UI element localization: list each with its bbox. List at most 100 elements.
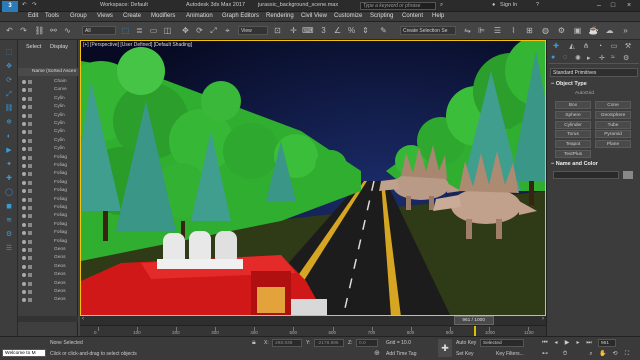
visibility-eye-icon[interactable] [22,88,26,93]
help-icon[interactable]: ? [536,2,539,8]
goto-start-icon[interactable]: ⏮ [540,339,550,348]
menu-views[interactable]: Views [97,13,113,19]
menu-rendering[interactable]: Rendering [266,13,294,19]
select-manipulate-icon[interactable]: ✛ [288,25,299,36]
explorer-row[interactable]: Foliag [18,196,78,204]
layer-explorer-icon[interactable]: ☰ [3,244,15,254]
explorer-row[interactable]: Geos [18,246,78,254]
explorer-column-header[interactable]: Name (Sorted Ascen [18,68,78,76]
next-key-icon[interactable]: ▸ [573,339,583,348]
time-config-icon[interactable]: ⏱ [560,350,570,359]
primitive-button-cone[interactable]: Cone [595,101,631,109]
explorer-row[interactable]: Cylin [18,120,78,128]
explorer-row[interactable]: Foliag [18,154,78,162]
explorer-row[interactable]: Geos [18,254,78,262]
explorer-row[interactable]: Foliag [18,212,78,220]
curve-editor-icon[interactable]: ⌇ [508,25,519,36]
visibility-eye-icon[interactable] [22,231,26,236]
primitive-button-geosphere[interactable]: GeoSphere [595,110,631,119]
maximize-icon[interactable]: □ [608,1,618,10]
visibility-eye-icon[interactable] [22,206,26,210]
explorer-row[interactable]: Foliag [18,162,78,170]
expand-toolbar-icon[interactable]: » [620,25,631,36]
spacewarps-icon[interactable]: ≈ [611,54,615,61]
primitive-button-box[interactable]: Box [555,101,591,109]
key-mode-dropdown[interactable]: Selected [480,339,524,347]
search-icon[interactable]: ⌕ [440,2,443,9]
move-icon[interactable]: ✥ [180,25,191,36]
visibility-eye-icon[interactable] [22,264,26,269]
create-tab-icon[interactable]: ✚ [551,42,561,52]
menu-content[interactable]: Content [402,13,423,19]
explorer-row[interactable]: Geos [18,296,78,304]
explorer-row[interactable]: Foliag [18,170,78,178]
visibility-eye-icon[interactable] [22,273,26,278]
visibility-eye-icon[interactable] [22,197,26,202]
visibility-eye-icon[interactable] [22,147,26,152]
next-frame-icon[interactable]: › [542,316,544,322]
name-color-rollout[interactable]: − Name and Color [551,161,598,167]
redo-icon[interactable]: ↷ [18,25,29,36]
percent-snap-icon[interactable]: % [346,25,357,36]
time-tag-icon[interactable]: ⊕ [374,349,380,357]
lights-icon[interactable]: ✺ [575,54,581,62]
orbit-icon[interactable]: ⟲ [610,350,620,359]
freeze-icon[interactable]: ❄ [3,118,15,128]
primitive-button-teapot[interactable]: Teapot [555,140,591,149]
explorer-row[interactable]: Curve [18,86,78,94]
visibility-eye-icon[interactable] [22,248,26,252]
selection-set-dropdown[interactable]: Create Selection Se [400,26,456,35]
primitive-button-tube[interactable]: Tube [595,120,631,129]
utilities-tab-icon[interactable]: ⚒ [623,42,633,52]
explorer-row[interactable]: Cylin [18,103,78,111]
menu-animation[interactable]: Animation [186,13,213,19]
schematic-view-icon[interactable]: ⊞ [524,25,535,36]
move-icon[interactable]: ✥ [3,62,15,72]
named-selection-icon[interactable]: ✎ [378,25,389,36]
explorer-row[interactable]: Foliag [18,238,78,246]
menu-civil-view[interactable]: Civil View [301,13,327,19]
perspective-viewport[interactable]: [+] [Perspective] [User Defined] [Defaul… [80,40,546,316]
shape-icon[interactable]: ◯ [3,188,15,198]
menu-scripting[interactable]: Scripting [370,13,393,19]
menu-graph-editors[interactable]: Graph Editors [222,13,259,19]
geometry-icon[interactable]: ● [551,54,555,61]
set-key-button[interactable]: Set Key [456,351,474,357]
zoom-icon[interactable]: ⌕ [586,350,596,359]
prev-frame-icon[interactable]: ‹ [82,316,84,322]
visibility-eye-icon[interactable] [22,189,26,194]
object-name-field[interactable] [553,171,619,179]
visibility-eye-icon[interactable] [22,80,26,84]
autogrid-checkbox[interactable]: AutoGrid [575,91,594,96]
goto-end-icon[interactable]: ⏭ [584,339,594,348]
visibility-eye-icon[interactable] [22,180,26,185]
close-icon[interactable]: × [624,1,634,10]
cameras-icon[interactable]: ▸ [587,54,591,62]
reference-coord-dropdown[interactable]: View [238,26,268,35]
explorer-tab-display[interactable]: Display [50,44,68,50]
render-iterative-icon[interactable]: ☁ [604,25,615,36]
layer-icon[interactable]: ☰ [492,25,503,36]
spacewarp-icon[interactable]: ≋ [3,216,15,226]
explorer-row[interactable]: Geos [18,271,78,279]
maximize-viewport-icon[interactable]: ⛶ [622,350,632,359]
menu-tools[interactable]: Tools [45,13,59,19]
geometry-icon[interactable]: ◼ [3,202,15,212]
align-icon[interactable]: ⊫ [476,25,487,36]
maxscript-toggle[interactable] [2,309,16,323]
explorer-row[interactable]: Foliag [18,221,78,229]
visibility-eye-icon[interactable] [22,155,26,160]
undo-icon[interactable]: ↶ [22,2,27,8]
explorer-row[interactable]: Cylin [18,137,78,145]
play-icon[interactable]: ▶ [562,339,572,348]
visibility-eye-icon[interactable] [22,130,26,135]
primitive-button-pyramid[interactable]: Pyramid [595,130,631,139]
user-icon[interactable]: ● [492,2,495,8]
lock-selection-icon[interactable]: 🔒︎ [252,339,256,347]
explorer-row[interactable]: Chain [18,78,78,86]
visibility-eye-icon[interactable] [22,290,26,294]
explorer-row[interactable]: Foliag [18,229,78,237]
menu-create[interactable]: Create [123,13,141,19]
key-mode-icon[interactable]: ⊷ [540,350,550,359]
menu-edit[interactable]: Edit [28,13,38,19]
